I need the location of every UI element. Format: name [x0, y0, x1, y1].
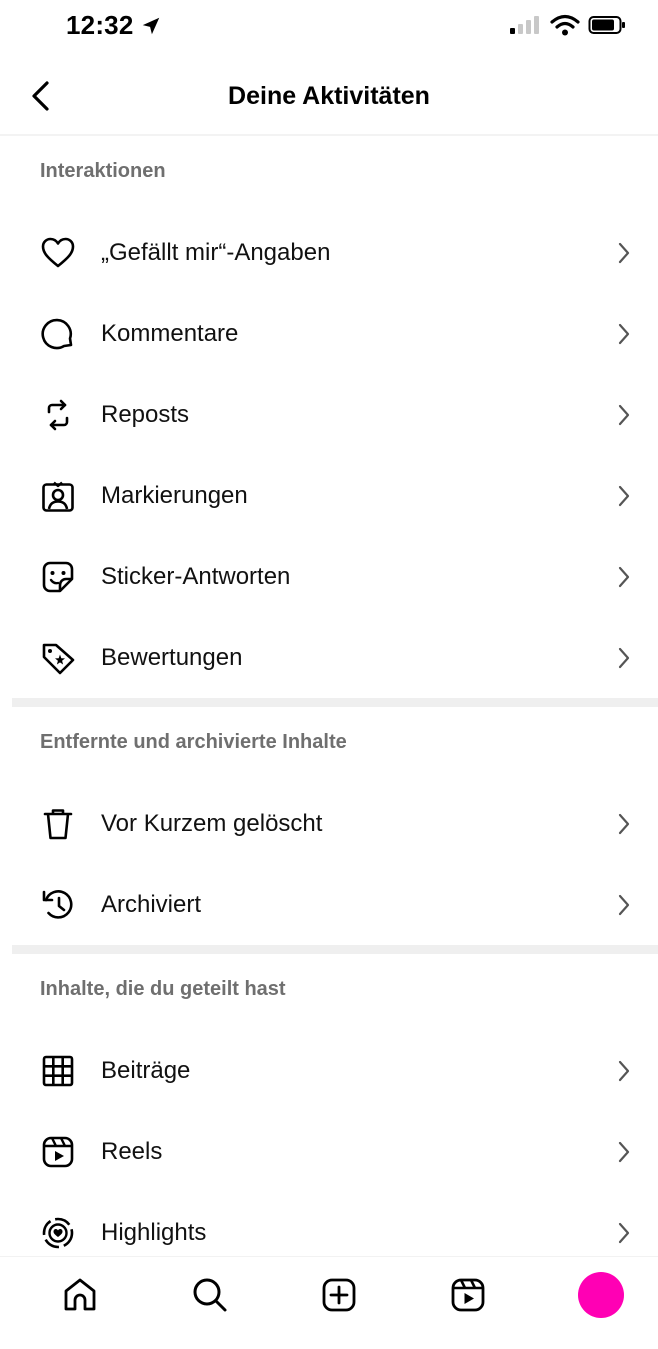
status-icons [508, 14, 626, 36]
chevron-right-icon [614, 1057, 634, 1085]
row-label: „Gefällt mir“-Angaben [101, 238, 331, 266]
chevron-right-icon [614, 239, 634, 267]
profile-avatar [578, 1272, 624, 1318]
sticker-icon [38, 557, 78, 597]
tag-person-icon [38, 476, 78, 516]
section-divider [12, 698, 658, 707]
heart-icon [38, 233, 78, 273]
chevron-right-icon [614, 891, 634, 919]
row-label: Vor Kurzem gelöscht [101, 809, 323, 837]
row-label: Archiviert [101, 890, 202, 918]
chevron-right-icon [614, 1219, 634, 1247]
tab-search[interactable] [186, 1271, 234, 1319]
wifi-icon [550, 14, 580, 36]
tab-create[interactable] [315, 1271, 363, 1319]
chevron-right-icon [614, 1138, 634, 1166]
section-header-shared-content: Inhalte, die du geteilt hast [40, 978, 286, 1000]
trash-icon [38, 804, 78, 844]
comment-icon [38, 314, 78, 354]
chevron-right-icon [614, 320, 634, 348]
row-highlights[interactable]: Highlights [0, 1192, 658, 1256]
row-label: Bewertungen [101, 643, 243, 671]
chevron-right-icon [614, 644, 634, 672]
tab-bar [0, 1256, 658, 1349]
row-label: Beiträge [101, 1056, 191, 1084]
row-tags[interactable]: Markierungen [0, 455, 658, 536]
grid-icon [38, 1051, 78, 1091]
chevron-right-icon [614, 401, 634, 429]
search-icon [193, 1278, 227, 1312]
row-ratings[interactable]: Bewertungen [0, 617, 658, 698]
status-time: 12:32 [66, 10, 162, 41]
row-label: Highlights [101, 1218, 207, 1246]
row-comments[interactable]: Kommentare [0, 293, 658, 374]
section-divider [12, 945, 658, 954]
archive-history-icon [38, 885, 78, 925]
tab-home[interactable] [56, 1271, 104, 1319]
tab-profile[interactable] [577, 1271, 625, 1319]
status-bar: 12:32 [0, 0, 658, 56]
chevron-right-icon [614, 482, 634, 510]
tab-reels[interactable] [444, 1271, 492, 1319]
highlights-icon [38, 1213, 78, 1253]
row-reposts[interactable]: Reposts [0, 374, 658, 455]
row-label: Markierungen [101, 481, 248, 509]
row-label: Kommentare [101, 319, 239, 347]
cellular-signal-icon [510, 16, 539, 34]
row-label: Reels [101, 1137, 163, 1165]
create-icon [322, 1278, 356, 1312]
page-title: Deine Aktivitäten [228, 82, 430, 110]
home-icon [64, 1278, 96, 1311]
row-posts[interactable]: Beiträge [0, 1030, 658, 1111]
row-sticker-responses[interactable]: Sticker-Antworten [0, 536, 658, 617]
status-time-text: 12:32 [66, 10, 134, 40]
row-archived[interactable]: Archiviert [0, 864, 658, 945]
row-likes[interactable]: „Gefällt mir“-Angaben [0, 212, 658, 293]
nav-header: Deine Aktivitäten [0, 56, 658, 136]
row-label: Reposts [101, 400, 190, 428]
row-recently-deleted[interactable]: Vor Kurzem gelöscht [0, 783, 658, 864]
row-reels[interactable]: Reels [0, 1111, 658, 1192]
row-label: Sticker-Antworten [101, 562, 291, 590]
location-arrow-icon [142, 17, 159, 34]
activity-list: Interaktionen „Gefällt mir“-Angaben Komm… [0, 136, 658, 1256]
chevron-right-icon [614, 563, 634, 591]
section-header-removed-archived: Entfernte und archivierte Inhalte [40, 731, 347, 753]
reels-icon [451, 1278, 485, 1312]
rating-tag-icon [38, 638, 78, 678]
section-header-interactions: Interaktionen [40, 160, 166, 182]
chevron-right-icon [614, 810, 634, 838]
reels-icon [38, 1132, 78, 1172]
battery-icon [588, 16, 625, 34]
repost-icon [38, 395, 78, 435]
